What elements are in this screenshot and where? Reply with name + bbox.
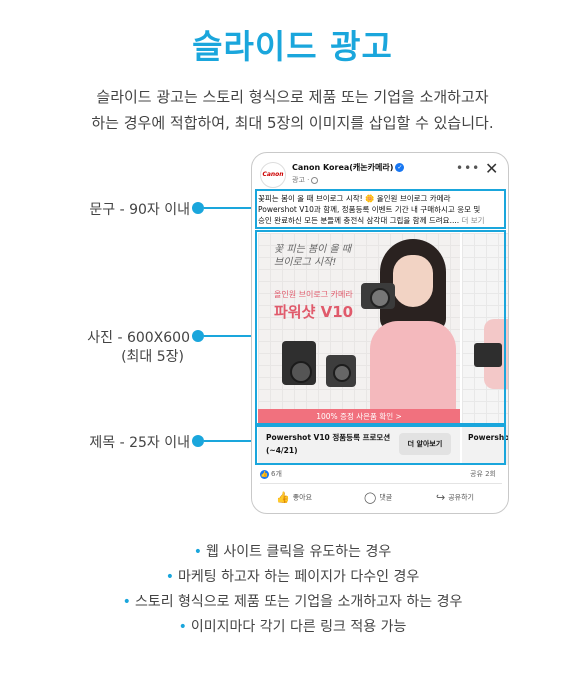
title-limit-label: 제목 - 25자 이내 bbox=[89, 435, 190, 451]
description-line-2: 하는 경우에 적합하여, 최대 5장의 이미지를 삽입할 수 있습니다. bbox=[91, 114, 494, 132]
page-description: 슬라이드 광고는 스토리 형식으로 제품 또는 기업을 소개하고자 하는 경우에… bbox=[0, 84, 585, 136]
globe-icon bbox=[311, 176, 319, 184]
post-header: Canon Canon Korea(캐논카메라) ✓ 광고 · ••• ✕ bbox=[252, 153, 508, 191]
image-limit-dot bbox=[192, 330, 204, 342]
page-name-text[interactable]: Canon Korea(캐논카메라) bbox=[292, 163, 393, 172]
reaction-count[interactable]: 👍 6개 bbox=[260, 469, 282, 479]
comment-icon: ◯ bbox=[364, 491, 377, 504]
use-case-text: 스토리 형식으로 제품 또는 기업을 소개하고자 하는 경우 bbox=[134, 594, 463, 610]
actions-divider bbox=[260, 483, 502, 484]
title-limit-dot bbox=[192, 435, 204, 447]
bullet-dot-icon: • bbox=[193, 544, 202, 560]
text-limit-label: 문구 - 90자 이내 bbox=[89, 202, 190, 218]
use-case-text: 웹 사이트 클릭을 유도하는 경우 bbox=[206, 544, 392, 560]
like-button[interactable]: 👍 좋아요 bbox=[276, 491, 312, 504]
comment-button-label: 댓글 bbox=[379, 493, 393, 502]
share-count[interactable]: 공유 2회 bbox=[470, 469, 496, 479]
more-options-icon[interactable]: ••• bbox=[456, 161, 480, 175]
bullet-dot-icon: • bbox=[165, 569, 175, 585]
use-case-text: 마케팅 하고자 하는 페이지가 다수인 경우 bbox=[178, 569, 420, 585]
page-name[interactable]: Canon Korea(캐논카메라) ✓ bbox=[292, 162, 405, 173]
title-highlight-box bbox=[255, 425, 506, 465]
use-case-item: • 웹 사이트 클릭을 유도하는 경우 bbox=[0, 540, 585, 565]
reaction-count-text: 6개 bbox=[271, 470, 282, 478]
image-limit-connector bbox=[204, 335, 256, 337]
text-limit-dot bbox=[192, 202, 204, 214]
use-case-item: • 마케팅 하고자 하는 페이지가 다수인 경우 bbox=[0, 565, 585, 590]
like-button-label: 좋아요 bbox=[292, 493, 313, 502]
share-button-label: 공유하기 bbox=[448, 493, 474, 502]
comment-button[interactable]: ◯ 댓글 bbox=[364, 491, 392, 504]
image-limit-label: 사진 - 600X600 bbox=[87, 330, 190, 346]
share-button[interactable]: ↪ 공유하기 bbox=[436, 491, 474, 504]
use-case-item: • 이미지마다 각기 다른 링크 적용 가능 bbox=[0, 615, 585, 640]
share-arrow-icon: ↪ bbox=[436, 491, 446, 504]
verified-badge-icon: ✓ bbox=[395, 163, 405, 172]
bullet-dot-icon: • bbox=[178, 619, 187, 635]
close-icon[interactable]: ✕ bbox=[485, 159, 498, 178]
image-limit-sublabel: (최대 5장) bbox=[121, 349, 184, 365]
page-title: 슬라이드 광고 bbox=[192, 27, 393, 66]
sponsored-label: 광고 · bbox=[292, 175, 319, 185]
use-case-list: • 웹 사이트 클릭을 유도하는 경우 • 마케팅 하고자 하는 페이지가 다수인 … bbox=[0, 540, 585, 640]
text-limit-connector bbox=[204, 207, 256, 209]
description-line-1: 슬라이드 광고는 스토리 형식으로 제품 또는 기업을 소개하고자 bbox=[96, 88, 489, 106]
bullet-dot-icon: • bbox=[122, 594, 131, 610]
thumbs-up-icon: 👍 bbox=[276, 491, 290, 504]
like-reaction-icon: 👍 bbox=[260, 469, 269, 479]
use-case-text: 이미지마다 각기 다른 링크 적용 가능 bbox=[190, 619, 407, 635]
use-case-item: • 스토리 형식으로 제품 또는 기업을 소개하고자 하는 경우 bbox=[0, 590, 585, 615]
title-limit-connector bbox=[204, 440, 256, 442]
canon-logo[interactable]: Canon bbox=[260, 162, 286, 188]
text-highlight-box bbox=[255, 189, 506, 229]
image-highlight-box bbox=[255, 230, 506, 425]
sponsored-text: 광고 · bbox=[292, 176, 310, 184]
